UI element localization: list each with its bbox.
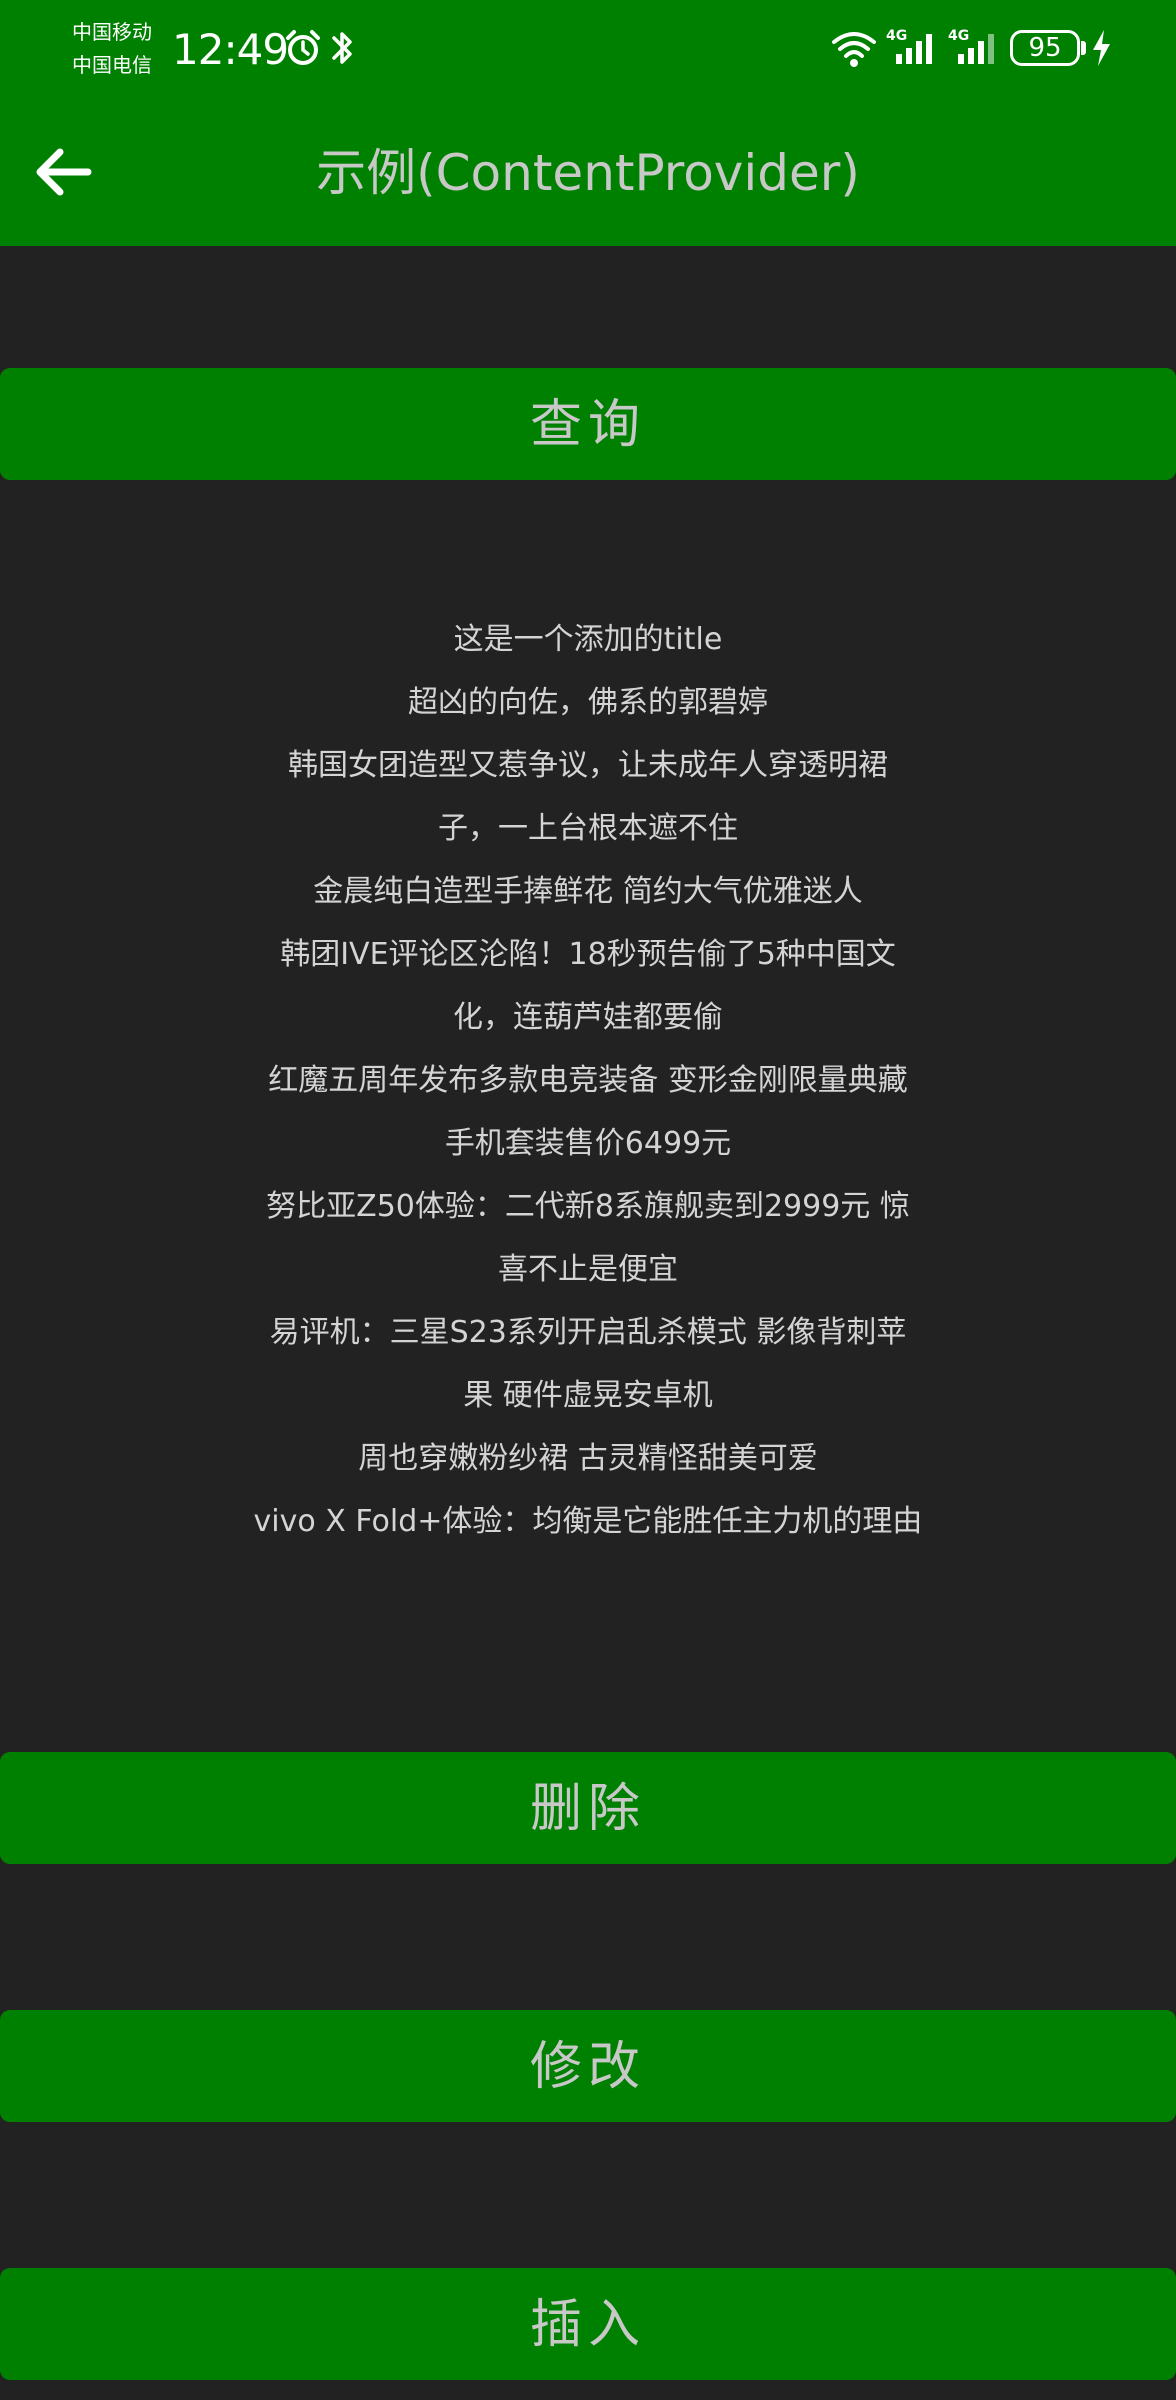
result-line: 韩国女团造型又惹争议，让未成年人穿透明裙 xyxy=(288,748,888,783)
battery-level: 95 xyxy=(1028,33,1062,63)
app-toolbar: 示例(ContentProvider) xyxy=(0,100,1176,246)
carrier-2: 中国电信 xyxy=(72,53,152,77)
status-bar: 中国移动 中国电信 12:49 4G 4G 95 xyxy=(0,0,1176,100)
result-line: 红魔五周年发布多款电竞装备 变形金刚限量典藏 xyxy=(268,1063,908,1098)
result-line: vivo X Fold+体验：均衡是它能胜任主力机的理由 xyxy=(253,1504,923,1539)
result-line: 超凶的向佐，佛系的郭碧婷 xyxy=(408,685,768,720)
back-button[interactable] xyxy=(22,132,102,212)
signal-icon: 4G xyxy=(948,28,994,64)
result-line: 这是一个添加的title xyxy=(453,622,723,657)
carrier-labels: 中国移动 中国电信 xyxy=(72,16,164,82)
result-line: 努比亚Z50体验：二代新8系旗舰卖到2999元 惊 xyxy=(266,1189,910,1224)
wifi-icon xyxy=(832,32,876,67)
insert-button[interactable]: 插入 xyxy=(0,2268,1176,2380)
network-type-2: 4G xyxy=(948,28,969,44)
result-line: 果 硬件虚晃安卓机 xyxy=(463,1378,713,1413)
battery-icon: 95 xyxy=(1010,30,1080,66)
bluetooth-icon xyxy=(332,32,352,64)
carrier-1: 中国移动 xyxy=(72,20,152,44)
page-title: 示例(ContentProvider) xyxy=(316,144,860,202)
status-clock: 12:49 xyxy=(172,25,289,74)
result-line: 手机套装售价6499元 xyxy=(444,1126,732,1161)
result-line: 周也穿嫩粉纱裙 古灵精怪甜美可爱 xyxy=(358,1441,818,1476)
result-line: 易评机：三星S23系列开启乱杀模式 影像背刺苹 xyxy=(269,1315,907,1350)
result-line: 子，一上台根本遮不住 xyxy=(438,811,738,846)
result-line: 喜不止是便宜 xyxy=(498,1252,678,1287)
charging-icon xyxy=(1093,30,1110,66)
signal-icon: 4G xyxy=(886,28,932,64)
result-line: 化，连葫芦娃都要偷 xyxy=(453,1000,723,1035)
result-line: 金晨纯白造型手捧鲜花 简约大气优雅迷人 xyxy=(313,874,863,909)
delete-button[interactable]: 删除 xyxy=(0,1752,1176,1864)
alarm-icon xyxy=(286,30,320,65)
result-line: 韩团IVE评论区沦陷！18秒预告偷了5种中国文 xyxy=(280,937,896,972)
battery-tip xyxy=(1081,41,1086,55)
arrow-left-icon xyxy=(36,148,92,196)
query-button[interactable]: 查询 xyxy=(0,368,1176,480)
results-list: 这是一个添加的title 超凶的向佐，佛系的郭碧婷韩国女团造型又惹争议，让未成年人… xyxy=(0,608,1176,1553)
update-button[interactable]: 修改 xyxy=(0,2010,1176,2122)
network-type-1: 4G xyxy=(886,28,907,44)
